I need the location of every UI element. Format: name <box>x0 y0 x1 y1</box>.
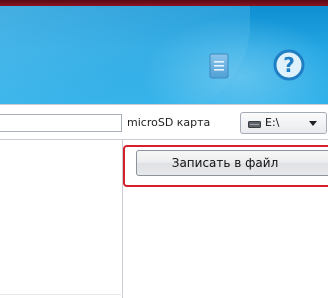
write-to-file-label: Записать в файл <box>171 156 279 170</box>
toolbar: microSD карта E:\ <box>0 104 328 140</box>
storage-label: microSD карта <box>127 116 211 129</box>
app-window: ? microSD карта E:\ Записать в файл <box>0 0 328 298</box>
chevron-down-icon <box>309 121 317 126</box>
document-icon <box>209 53 229 79</box>
left-path-field[interactable] <box>0 114 122 132</box>
left-pane <box>0 140 123 298</box>
drive-select[interactable]: E:\ <box>240 112 327 134</box>
drive-icon <box>248 121 261 128</box>
help-button[interactable]: ? <box>272 48 306 82</box>
header-banner: ? <box>0 6 328 104</box>
write-to-file-button[interactable]: Записать в файл <box>136 150 328 176</box>
left-pane-divider <box>0 294 123 295</box>
help-glyph: ? <box>283 53 295 77</box>
drive-select-value: E:\ <box>265 116 280 129</box>
document-button[interactable] <box>209 53 229 79</box>
help-icon: ? <box>273 49 305 81</box>
